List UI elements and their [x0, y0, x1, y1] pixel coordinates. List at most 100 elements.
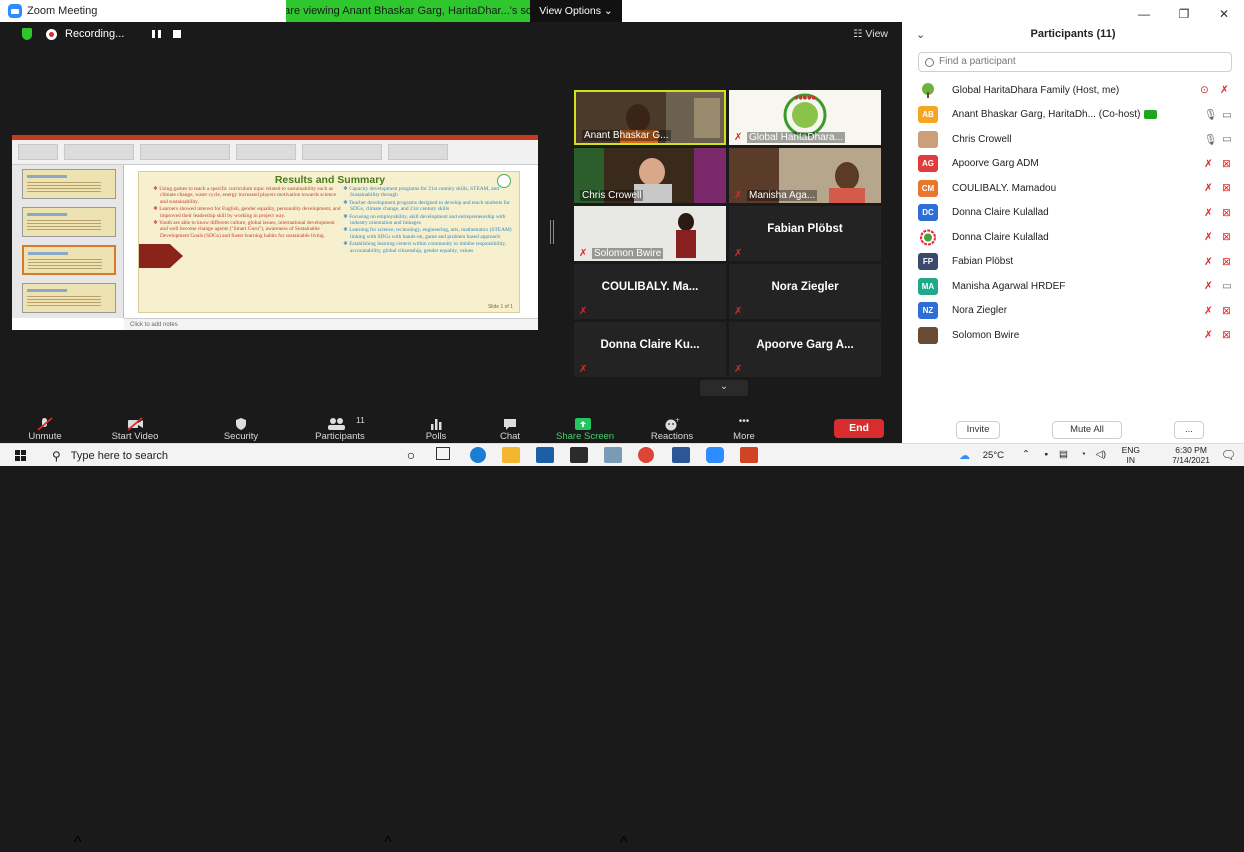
- slide-thumbnail[interactable]: [22, 169, 116, 199]
- pause-recording-icon[interactable]: [152, 30, 162, 38]
- file-explorer-icon[interactable]: [502, 447, 520, 463]
- video-off-icon[interactable]: ⊠: [1222, 207, 1231, 219]
- word-icon[interactable]: [672, 447, 690, 463]
- participants-button[interactable]: 11 Participants: [304, 414, 376, 443]
- task-view-icon[interactable]: ○: [402, 447, 420, 463]
- video-tile[interactable]: Nora Ziegler ✗: [729, 264, 881, 319]
- polls-button[interactable]: Polls: [416, 414, 456, 443]
- participant-row[interactable]: NZ Nora Ziegler ✗ ⊠: [902, 299, 1244, 324]
- slide-thumbnail-selected[interactable]: [22, 245, 116, 275]
- video-tile[interactable]: COULIBALY. Ma... ✗: [574, 264, 726, 319]
- muted-mic-icon[interactable]: ✗: [1204, 256, 1213, 268]
- edge-browser-icon[interactable]: [470, 447, 486, 463]
- video-tile[interactable]: ✗ Manisha Aga...: [729, 148, 881, 203]
- audio-options-chevron-icon[interactable]: ^: [74, 834, 82, 852]
- powerpoint-icon[interactable]: [740, 447, 758, 463]
- split-view-divider[interactable]: [550, 220, 554, 244]
- slide-thumbnail[interactable]: [22, 283, 116, 313]
- participant-search-input[interactable]: Find a participant: [918, 52, 1232, 72]
- more-button[interactable]: ••• More: [724, 414, 764, 443]
- video-off-icon[interactable]: ⊠: [1222, 158, 1231, 170]
- participant-row[interactable]: FP Fabian Plöbst ✗ ⊠: [902, 250, 1244, 275]
- mute-all-button[interactable]: Mute All: [1052, 421, 1122, 439]
- widgets-icon[interactable]: [436, 447, 450, 460]
- encryption-shield-icon[interactable]: [22, 28, 32, 40]
- participant-row[interactable]: AG Apoorve Garg ADM ✗ ⊠: [902, 152, 1244, 177]
- video-off-icon[interactable]: ⊠: [1222, 256, 1231, 268]
- slide-thumbnail[interactable]: [22, 207, 116, 237]
- tray-overflow-chevron-icon[interactable]: ⌃: [1022, 449, 1030, 460]
- video-camera-icon[interactable]: ▭: [1222, 280, 1232, 292]
- panel-more-button[interactable]: ...: [1174, 421, 1204, 439]
- zoom-app-icon[interactable]: [706, 447, 724, 463]
- participant-row[interactable]: Solomon Bwire ✗ ⊠: [902, 323, 1244, 348]
- participant-row[interactable]: CM COULIBALY. Mamadou ✗ ⊠: [902, 176, 1244, 201]
- slide-notes[interactable]: Click to add notes: [124, 318, 538, 330]
- video-off-icon[interactable]: ⊠: [1222, 182, 1231, 194]
- video-camera-icon[interactable]: ▭: [1222, 133, 1232, 145]
- video-tile[interactable]: Anant Bhaskar G...: [574, 90, 726, 145]
- minimize-icon[interactable]: —: [1124, 0, 1164, 21]
- muted-mic-icon[interactable]: ✗: [1204, 280, 1213, 292]
- reactions-button[interactable]: + Reactions: [644, 414, 700, 443]
- video-off-icon[interactable]: ⊠: [1222, 231, 1231, 243]
- participant-row[interactable]: MA Manisha Agarwal HRDEF ✗ ▭: [902, 274, 1244, 299]
- muted-mic-icon[interactable]: ✗: [1220, 84, 1229, 96]
- restore-icon[interactable]: ❐: [1164, 0, 1204, 21]
- video-tile[interactable]: Donna Claire Ku... ✗: [574, 322, 726, 377]
- participant-row[interactable]: Chris Crowell 🎙︎ ▭: [902, 127, 1244, 152]
- video-off-icon[interactable]: ⊠: [1222, 329, 1231, 341]
- wifi-icon[interactable]: ◔: [1080, 449, 1086, 460]
- stop-recording-icon[interactable]: [173, 30, 182, 38]
- video-tile[interactable]: ●●●●● ✗ Global HaritaDhara...: [729, 90, 881, 145]
- weather-temperature[interactable]: 25°C: [983, 450, 1004, 461]
- invite-button[interactable]: Invite: [956, 421, 1000, 439]
- language-indicator[interactable]: ENG IN: [1122, 445, 1140, 465]
- muted-mic-icon[interactable]: ✗: [1204, 231, 1213, 243]
- chat-button[interactable]: Chat: [490, 414, 530, 443]
- view-layout-button[interactable]: ☷ View: [853, 28, 888, 40]
- view-options-button[interactable]: View Options ⌄: [530, 0, 622, 22]
- participant-row[interactable]: AB Anant Bhaskar Garg, HaritaDh... (Co-h…: [902, 103, 1244, 128]
- video-tile[interactable]: Apoorve Garg A... ✗: [729, 322, 881, 377]
- unmute-button[interactable]: Unmute: [20, 414, 70, 443]
- mail-icon[interactable]: [536, 447, 554, 463]
- photos-icon[interactable]: [604, 447, 622, 463]
- store-icon[interactable]: [570, 447, 588, 463]
- muted-mic-icon[interactable]: ✗: [1204, 158, 1213, 170]
- muted-mic-icon[interactable]: ✗: [1204, 207, 1213, 219]
- gallery-more-button[interactable]: ⌄: [700, 380, 748, 396]
- mic-icon[interactable]: 🎙︎: [1204, 108, 1217, 121]
- participant-row[interactable]: Global HaritaDhara Family (Host, me) ⊙ ✗: [902, 78, 1244, 103]
- video-tile[interactable]: Chris Crowell: [574, 148, 726, 203]
- share-options-chevron-icon[interactable]: ^: [620, 834, 628, 852]
- participant-row[interactable]: Donna Claire Kulallad ✗ ⊠: [902, 225, 1244, 250]
- participant-row[interactable]: DC Donna Claire Kulallad ✗ ⊠: [902, 201, 1244, 226]
- weather-icon[interactable]: ☁: [959, 449, 970, 462]
- taskbar-search[interactable]: ⚲ Type here to search: [44, 444, 168, 467]
- slide-bullet: ❖ Youth are able to know different cultu…: [153, 220, 335, 239]
- chrome-icon[interactable]: [638, 447, 654, 463]
- video-tile[interactable]: ✗ Solomon Bwire: [574, 206, 726, 261]
- mic-icon[interactable]: 🎙︎: [1204, 133, 1217, 146]
- clock[interactable]: 6:30 PM 7/14/2021: [1172, 445, 1210, 465]
- volume-icon[interactable]: ◁): [1096, 449, 1106, 460]
- participants-chevron-icon[interactable]: ^: [384, 834, 392, 852]
- network-icon[interactable]: ▤: [1059, 449, 1068, 460]
- muted-mic-icon[interactable]: ✗: [1204, 329, 1213, 341]
- shared-screen[interactable]: Results and Summary ❖ Using games to tea…: [12, 135, 538, 330]
- video-off-icon[interactable]: ⊠: [1222, 305, 1231, 317]
- muted-mic-icon[interactable]: ✗: [1204, 305, 1213, 317]
- notifications-icon[interactable]: 🗨︎: [1221, 448, 1236, 462]
- close-icon[interactable]: ✕: [1204, 0, 1244, 21]
- muted-mic-icon[interactable]: ✗: [1204, 182, 1213, 194]
- video-camera-icon[interactable]: ▭: [1222, 109, 1232, 121]
- meet-now-icon[interactable]: ▪: [1045, 449, 1048, 460]
- participant-name: Manisha Agarwal HRDEF: [952, 280, 1066, 292]
- start-video-button[interactable]: Start Video: [100, 414, 170, 443]
- windows-start-icon[interactable]: [15, 450, 26, 461]
- video-tile[interactable]: Fabian Plöbst ✗: [729, 206, 881, 261]
- security-button[interactable]: Security: [212, 414, 270, 443]
- share-screen-button[interactable]: Share Screen: [556, 414, 614, 443]
- end-meeting-button[interactable]: End: [834, 419, 884, 438]
